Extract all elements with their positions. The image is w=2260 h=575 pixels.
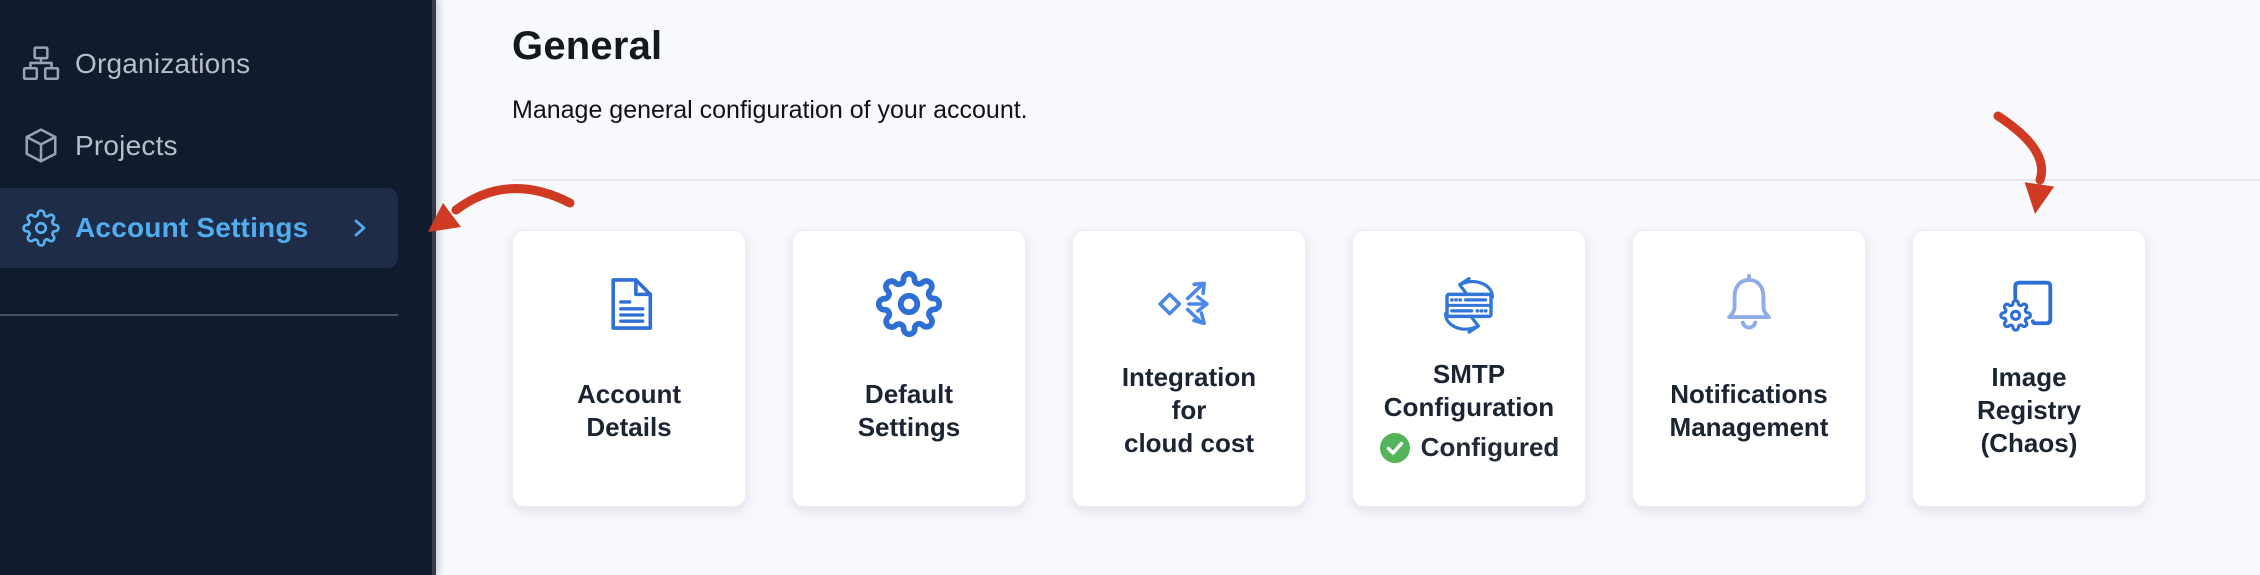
settings-card-grid: Account Details Default Settings Integra… bbox=[512, 230, 2146, 507]
server-sync-icon bbox=[1436, 269, 1502, 339]
gear-icon bbox=[876, 269, 942, 339]
status-badge-label: Configured bbox=[1421, 432, 1560, 463]
document-icon bbox=[596, 269, 662, 339]
card-default-settings[interactable]: Default Settings bbox=[792, 230, 1026, 507]
arrow-to-image-registry bbox=[1962, 106, 2082, 226]
card-title: Integration for cloud cost bbox=[1122, 361, 1256, 460]
card-title: Account Details bbox=[577, 378, 681, 444]
page-title: General bbox=[512, 24, 662, 69]
header-divider bbox=[512, 179, 2260, 181]
card-title: Default Settings bbox=[858, 378, 961, 444]
branch-arrows-icon bbox=[1156, 269, 1222, 339]
sidebar: Organizations Projects Account Settings bbox=[0, 0, 436, 575]
sidebar-divider bbox=[0, 314, 398, 316]
sidebar-item-projects[interactable]: Projects bbox=[0, 106, 432, 186]
card-integration-cloud-cost[interactable]: Integration for cloud cost bbox=[1072, 230, 1306, 507]
card-account-details[interactable]: Account Details bbox=[512, 230, 746, 507]
status-badge: Configured bbox=[1379, 432, 1560, 464]
projects-icon bbox=[22, 127, 60, 165]
sidebar-item-account-settings[interactable]: Account Settings bbox=[0, 188, 398, 268]
organizations-icon bbox=[22, 45, 60, 83]
registry-gear-icon bbox=[1996, 269, 2062, 339]
card-title: Image Registry (Chaos) bbox=[1977, 361, 2081, 460]
page-subtitle: Manage general configuration of your acc… bbox=[512, 96, 1028, 125]
check-circle-icon bbox=[1379, 432, 1411, 464]
card-title: Notifications Management bbox=[1670, 378, 1829, 444]
sidebar-nav: Organizations Projects Account Settings bbox=[0, 0, 432, 316]
card-smtp-configuration[interactable]: SMTP Configuration Configured bbox=[1352, 230, 1586, 507]
gear-icon bbox=[22, 209, 60, 247]
sidebar-item-label: Organizations bbox=[75, 48, 250, 80]
sidebar-item-label: Projects bbox=[75, 130, 178, 162]
card-notifications-management[interactable]: Notifications Management bbox=[1632, 230, 1866, 507]
chevron-right-icon bbox=[350, 217, 370, 239]
bell-icon bbox=[1716, 269, 1782, 339]
sidebar-item-organizations[interactable]: Organizations bbox=[0, 24, 432, 104]
sidebar-item-label: Account Settings bbox=[75, 212, 308, 244]
card-title: SMTP Configuration bbox=[1384, 358, 1554, 424]
card-image-registry-chaos[interactable]: Image Registry (Chaos) bbox=[1912, 230, 2146, 507]
